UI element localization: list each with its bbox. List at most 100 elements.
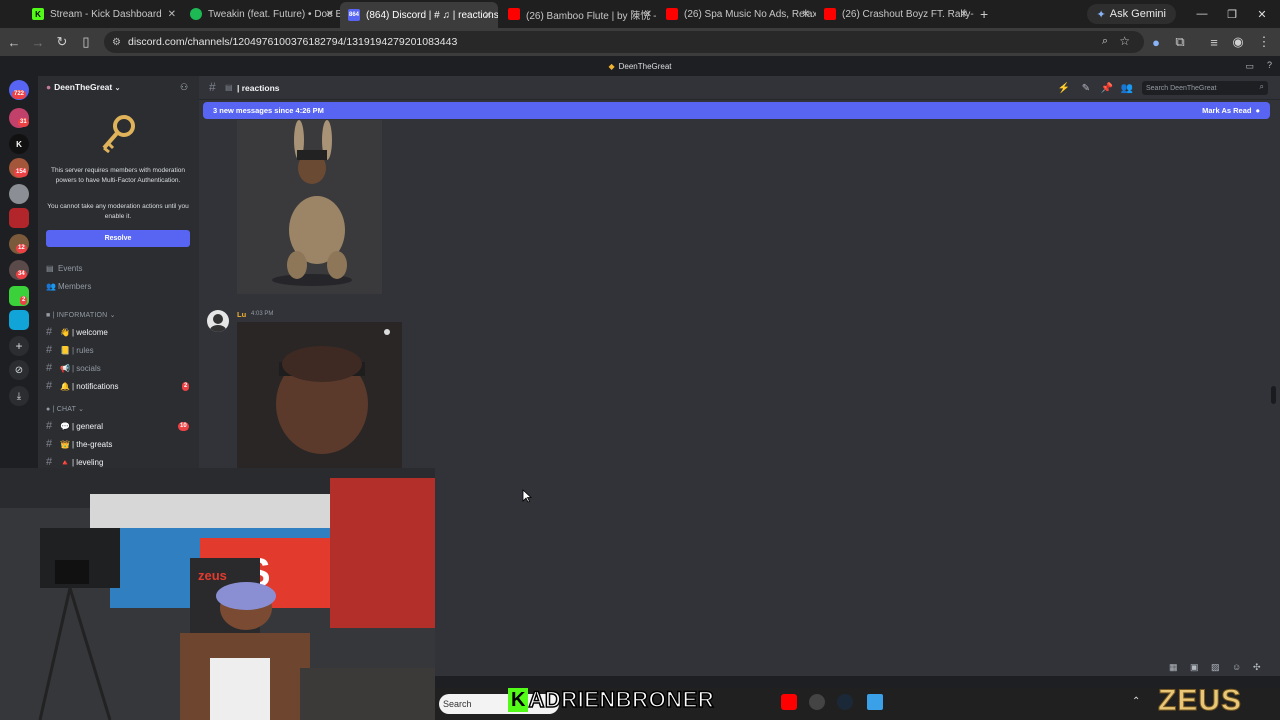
extension-icon[interactable]: ● bbox=[1146, 32, 1166, 52]
category-information[interactable]: ■ | INFORMATION ⌄ bbox=[46, 311, 116, 319]
svg-text:zeus: zeus bbox=[198, 568, 227, 583]
hash-icon: # bbox=[46, 326, 53, 338]
close-icon[interactable]: ✕ bbox=[802, 9, 810, 20]
add-server-icon[interactable]: + bbox=[9, 336, 29, 356]
search-input[interactable]: Search DeenTheGreat ⌕ bbox=[1142, 81, 1268, 95]
notification-bell-icon[interactable]: ✎ bbox=[1080, 82, 1092, 94]
channel-label: | leveling bbox=[72, 457, 104, 467]
channel-emoji: 👑 bbox=[60, 439, 70, 449]
resolve-button[interactable]: Resolve bbox=[46, 230, 190, 247]
new-tab-button[interactable]: + bbox=[980, 6, 988, 22]
tab-spotify[interactable]: Tweakin (feat. Future) • Doe Bo ✕ bbox=[182, 0, 340, 28]
message-author[interactable]: Lu bbox=[237, 310, 246, 319]
close-window-icon[interactable]: ✕ bbox=[1248, 0, 1276, 28]
close-icon[interactable]: ✕ bbox=[960, 9, 968, 20]
events-link[interactable]: ▤ Events bbox=[46, 260, 196, 276]
new-messages-text: 3 new messages since 4:26 PM bbox=[213, 106, 324, 115]
tab-title: (26) Crashout Boyz FT. Ralfy- 15 bbox=[842, 8, 974, 20]
channel-label: | general bbox=[72, 421, 103, 431]
channel-socials[interactable]: # 📢 | socials bbox=[46, 360, 196, 376]
channel-emoji: 🔔 bbox=[60, 381, 70, 391]
category-chat[interactable]: ● | CHAT ⌄ bbox=[46, 405, 84, 413]
site-info-icon[interactable]: ⚙ bbox=[112, 37, 121, 48]
zoom-icon[interactable]: ⌕ bbox=[1102, 35, 1108, 48]
new-messages-bar[interactable]: 3 new messages since 4:26 PM Mark As Rea… bbox=[203, 102, 1270, 119]
member-list-icon[interactable]: 👥 bbox=[1121, 82, 1133, 94]
avatar[interactable] bbox=[207, 310, 229, 332]
members-link[interactable]: 👥 Members bbox=[46, 278, 196, 294]
badge: 154 bbox=[14, 168, 29, 177]
channel-rules[interactable]: # 📒 | rules bbox=[46, 342, 196, 358]
emoji-icon[interactable]: ☺ bbox=[1232, 662, 1241, 672]
calendar-icon: ▤ bbox=[46, 263, 54, 273]
back-icon[interactable]: ← bbox=[4, 32, 24, 52]
hash-icon: # bbox=[209, 80, 216, 94]
menu-icon[interactable]: ⋮ bbox=[1254, 32, 1274, 52]
server-avatar[interactable] bbox=[9, 310, 29, 330]
server-avatar[interactable]: K bbox=[9, 134, 29, 154]
ask-gemini-button[interactable]: ✦ Ask Gemini bbox=[1086, 4, 1176, 24]
youtube-icon bbox=[824, 8, 836, 20]
forward-icon[interactable]: → bbox=[28, 32, 48, 52]
download-icon[interactable]: ⤓ bbox=[9, 386, 29, 406]
close-icon[interactable]: ✕ bbox=[484, 10, 492, 21]
mfa-subnotice: You cannot take any moderation actions u… bbox=[47, 203, 189, 220]
channel-welcome[interactable]: # 👋 | welcome bbox=[46, 324, 196, 340]
server-avatar[interactable] bbox=[9, 184, 29, 204]
channel-general[interactable]: # 💬 | general 10 bbox=[46, 418, 196, 434]
pin-icon[interactable]: 📌 bbox=[1101, 82, 1113, 94]
server-avatar[interactable] bbox=[9, 208, 29, 228]
channel-notifications[interactable]: # 🔔 | notifications 2 bbox=[46, 378, 196, 394]
browser-toolbar: ← → ↻ ▯ ⚙ discord.com/channels/120497610… bbox=[0, 28, 1280, 56]
message-image[interactable] bbox=[237, 120, 382, 294]
extensions-puzzle-icon[interactable]: ⧉ bbox=[1170, 32, 1190, 52]
server-icon: ● bbox=[46, 82, 52, 92]
media-icon[interactable]: ≡ bbox=[1204, 32, 1224, 52]
mark-as-read-button[interactable]: Mark As Read bbox=[1202, 106, 1251, 115]
scrollbar-thumb[interactable] bbox=[1271, 386, 1276, 404]
close-icon[interactable]: ✕ bbox=[168, 9, 176, 20]
address-bar[interactable]: ⚙ discord.com/channels/12049761003761827… bbox=[104, 31, 1144, 53]
category-label: | CHAT bbox=[52, 406, 76, 413]
apps-icon[interactable]: ✣ bbox=[1253, 662, 1261, 673]
app-icon[interactable] bbox=[867, 694, 883, 710]
sidepanel-icon[interactable]: ▯ bbox=[76, 32, 96, 52]
sticker-icon[interactable]: ▨ bbox=[1211, 662, 1220, 673]
profile-icon[interactable]: ◉ bbox=[1228, 32, 1248, 52]
reload-icon[interactable]: ↻ bbox=[52, 32, 72, 52]
gift-icon[interactable]: ▦ bbox=[1169, 662, 1178, 673]
url-text: discord.com/channels/1204976100376182794… bbox=[128, 36, 458, 48]
close-icon[interactable]: ✕ bbox=[326, 9, 334, 20]
youtube-icon[interactable] bbox=[781, 694, 797, 710]
message-image[interactable] bbox=[237, 322, 402, 468]
inbox-icon[interactable]: ▭ bbox=[1245, 61, 1254, 72]
mention-badge: 10 bbox=[178, 422, 189, 431]
steam-icon[interactable] bbox=[837, 694, 853, 710]
invite-icon[interactable]: ⚇ bbox=[180, 82, 188, 93]
youtube-icon bbox=[666, 8, 678, 20]
minimize-icon[interactable]: — bbox=[1188, 0, 1216, 28]
chevron-up-icon[interactable]: ⌃ bbox=[1132, 696, 1140, 707]
server-name-dropdown[interactable]: ● DeenTheGreat ⌄ bbox=[46, 82, 121, 92]
tab-discord[interactable]: 864 (864) Discord | # ♫ | reactions ✕ bbox=[340, 2, 498, 28]
sponsor-logo: ZEUS bbox=[1157, 684, 1243, 718]
channel-the-greats[interactable]: # 👑 | the-greats bbox=[46, 436, 196, 452]
tab-youtube-3[interactable]: (26) Crashout Boyz FT. Ralfy- 15 ✕ bbox=[816, 0, 974, 28]
mention-badge: 2 bbox=[182, 382, 190, 391]
bookmark-star-icon[interactable]: ☆ bbox=[1119, 34, 1130, 48]
restore-icon[interactable]: ❐ bbox=[1218, 0, 1246, 28]
tab-youtube-2[interactable]: (26) Spa Music No Ads, Relax M ✕ bbox=[658, 0, 816, 28]
channel-header: # ▤ | reactions ⚡ ✎ 📌 👥 Search DeenTheGr… bbox=[199, 76, 1280, 100]
events-label: Events bbox=[58, 263, 83, 273]
help-icon[interactable]: ? bbox=[1267, 60, 1272, 70]
tab-kick[interactable]: K Stream - Kick Dashboard ✕ bbox=[24, 0, 182, 28]
tab-youtube-1[interactable]: (26) Bamboo Flute | by 陳悅 - Y ✕ bbox=[500, 0, 658, 28]
threads-icon[interactable]: ⚡ bbox=[1058, 82, 1070, 94]
ask-gemini-label: Ask Gemini bbox=[1109, 8, 1166, 20]
discover-icon[interactable]: ⊘ bbox=[9, 360, 29, 380]
gif-icon[interactable]: ▣ bbox=[1190, 662, 1199, 673]
gemini-icon: ✦ bbox=[1096, 8, 1106, 21]
mark-read-icon: ● bbox=[1255, 106, 1260, 115]
close-icon[interactable]: ✕ bbox=[644, 9, 652, 20]
app-icon[interactable] bbox=[809, 694, 825, 710]
